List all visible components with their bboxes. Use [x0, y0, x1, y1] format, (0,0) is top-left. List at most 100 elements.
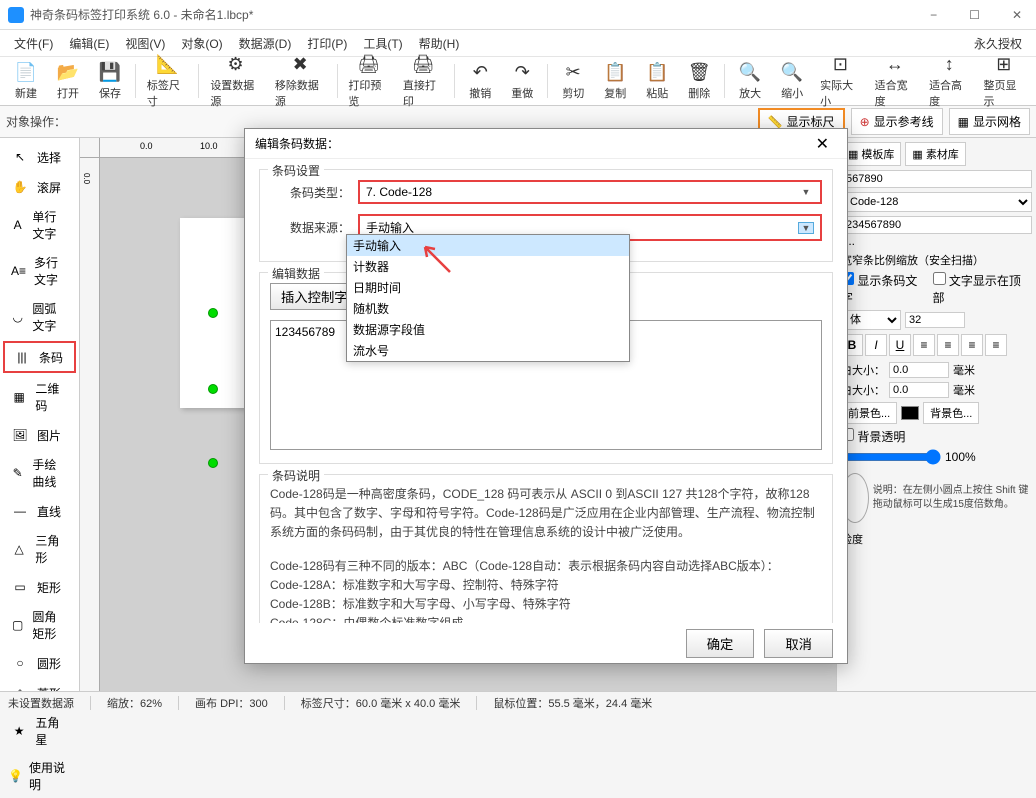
align-center-button[interactable]: ≡ — [937, 334, 959, 356]
font-size-input[interactable] — [905, 312, 965, 328]
toolbar-label: 粘贴 — [646, 85, 668, 101]
menu-file[interactable]: 文件(F) — [6, 31, 61, 56]
margin-input-2[interactable] — [889, 382, 949, 398]
desc-text-b: Code-128B：标准数字和大写字母、小写字母、特殊字符 — [270, 595, 822, 614]
toolbar-粘贴[interactable]: 📋粘贴 — [637, 60, 677, 103]
toolbar-撤销[interactable]: ↶撤销 — [460, 60, 500, 103]
toolbar-label: 放大 — [739, 85, 761, 101]
tool-star[interactable]: ★五角星 — [3, 709, 76, 753]
maximize-button[interactable]: ☐ — [963, 6, 986, 24]
align-left-button[interactable]: ≡ — [913, 334, 935, 356]
freehand-icon: ✎ — [11, 464, 24, 482]
show-grid-button[interactable]: ▦显示网格 — [949, 108, 1030, 135]
tool-rect[interactable]: ▭矩形 — [3, 573, 76, 601]
group-label: 编辑数据 — [268, 265, 324, 282]
close-button[interactable]: ✕ — [1006, 6, 1028, 24]
toolbar-适合高度[interactable]: ↕适合高度 — [923, 52, 975, 111]
dropdown-item-4[interactable]: 数据源字段值 — [347, 319, 629, 340]
dropdown-item-1[interactable]: 计数器 — [347, 256, 629, 277]
dropdown-item-3[interactable]: 随机数 — [347, 298, 629, 319]
toolbar-剪切[interactable]: ✂剪切 — [553, 60, 593, 103]
show-guide-button[interactable]: ⊕显示参考线 — [851, 108, 943, 135]
toolbar-打开[interactable]: 📂打开 — [48, 60, 88, 103]
code-type-select[interactable]: Code-128 — [841, 192, 1032, 212]
source-label: 数据来源： — [270, 219, 350, 236]
dropdown-item-0[interactable]: 手动输入 — [347, 235, 629, 256]
toolbar-缩小[interactable]: 🔍缩小 — [772, 60, 812, 103]
line-icon: — — [11, 502, 29, 520]
toolbar-label: 移除数据源 — [275, 77, 326, 109]
tool-image[interactable]: 🖼图片 — [3, 421, 76, 449]
italic-button[interactable]: I — [865, 334, 887, 356]
tab-templates[interactable]: ▦模板库 — [841, 142, 901, 166]
align-justify-button[interactable]: ≡ — [985, 334, 1007, 356]
tool-triangle[interactable]: △ 三角形 — [3, 527, 76, 571]
background-color-button[interactable]: 背景色... — [923, 402, 979, 424]
tab-materials[interactable]: ▦素材库 — [905, 142, 965, 166]
toolbar-整页显示[interactable]: ⊞整页显示 — [978, 52, 1030, 111]
minimize-button[interactable]: − — [924, 6, 943, 24]
toolbar-标签尺寸[interactable]: 📐标签尺寸 — [141, 52, 193, 111]
cancel-button[interactable]: 取消 — [764, 629, 833, 658]
toolbar-保存[interactable]: 💾保存 — [90, 60, 130, 103]
help-item[interactable]: 💡 使用说明 — [0, 754, 79, 798]
barcode-type-combo[interactable]: 7. Code-128▼ — [358, 180, 822, 204]
tool-roundrect[interactable]: ▢圆角矩形 — [3, 603, 76, 647]
toolbar-重做[interactable]: ↷重做 — [502, 60, 542, 103]
sample-value-input[interactable] — [841, 170, 1032, 188]
toolbar-icon: ↕ — [938, 54, 960, 76]
dropdown-item-2[interactable]: 日期时间 — [347, 277, 629, 298]
transparent-checkbox[interactable]: 背景透明 — [841, 428, 905, 445]
show-text-checkbox[interactable]: 显示条码文字 — [841, 272, 929, 306]
selection-handle[interactable] — [208, 308, 218, 318]
status-datasource: 未设置数据源 — [8, 695, 74, 711]
text-top-checkbox[interactable]: 文字显示在顶部 — [933, 272, 1032, 306]
ok-button[interactable]: 确定 — [686, 629, 755, 658]
selection-handle[interactable] — [208, 458, 218, 468]
tool-label: 直线 — [37, 503, 61, 520]
underline-button[interactable]: U — [889, 334, 911, 356]
tool-freehand[interactable]: ✎手绘曲线 — [3, 451, 76, 495]
toolbar-适合宽度[interactable]: ↔适合宽度 — [869, 52, 921, 111]
foreground-color-button[interactable]: 前景色... — [841, 402, 897, 424]
menu-edit[interactable]: 编辑(E) — [61, 31, 117, 56]
image-icon: 🖼 — [11, 426, 29, 444]
selection-handle[interactable] — [208, 384, 218, 394]
tool-select[interactable]: ↖选择 — [3, 143, 76, 171]
tool-multi-text[interactable]: A≡多行文字 — [3, 249, 76, 293]
tool-single-text[interactable]: A单行文字 — [3, 203, 76, 247]
tool-arc-text[interactable]: ◡圆弧文字 — [3, 295, 76, 339]
toolbar-label: 新建 — [15, 85, 37, 101]
tool-label: 矩形 — [37, 579, 61, 596]
toolbar-直接打印[interactable]: 🖨直接打印 — [397, 52, 449, 111]
tool-label: 三角形 — [35, 532, 68, 566]
tool-circle[interactable]: ○圆形 — [3, 649, 76, 677]
toolbar-实际大小[interactable]: ⊡实际大小 — [814, 52, 866, 111]
dialog-title: 编辑条码数据： — [255, 135, 339, 152]
toolbar-label: 打印预览 — [348, 77, 388, 109]
margin-input-1[interactable] — [889, 362, 949, 378]
toolbar-新建[interactable]: 📄新建 — [6, 60, 46, 103]
opacity-slider[interactable] — [841, 449, 941, 465]
toolbar-label: 剪切 — [562, 85, 584, 101]
toolbar-移除数据源[interactable]: ✖移除数据源 — [269, 52, 332, 111]
tool-qrcode[interactable]: ▦二维码 — [3, 375, 76, 419]
dialog-close-button[interactable]: ✕ — [808, 132, 837, 156]
toolbar-icon: 📐 — [156, 54, 178, 76]
font-select[interactable]: 体 — [841, 310, 901, 330]
tool-line[interactable]: — 直线 — [3, 497, 76, 525]
triangle-icon: △ — [11, 540, 27, 558]
toolbar-删除[interactable]: 🗑删除 — [679, 60, 719, 103]
toolbar-放大[interactable]: 🔍放大 — [730, 60, 770, 103]
toolbar-设置数据源[interactable]: ⚙设置数据源 — [204, 52, 267, 111]
tool-scroll[interactable]: ✋滚屏 — [3, 173, 76, 201]
code-value-input[interactable] — [841, 216, 1032, 234]
dropdown-item-5[interactable]: 流水号 — [347, 340, 629, 361]
tool-barcode[interactable]: |||条码 — [3, 341, 76, 373]
toolbar-复制[interactable]: 📋复制 — [595, 60, 635, 103]
toolbar-label: 重做 — [511, 85, 533, 101]
align-right-button[interactable]: ≡ — [961, 334, 983, 356]
toolbar-label: 复制 — [604, 85, 626, 101]
toolbar-打印预览[interactable]: 🖨打印预览 — [342, 52, 394, 111]
ruler-corner — [80, 138, 100, 158]
